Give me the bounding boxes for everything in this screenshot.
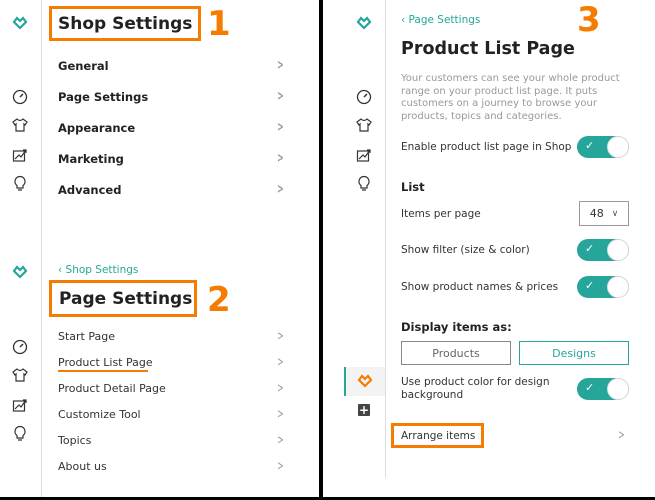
chevron-right-icon: > [277, 355, 284, 370]
chevron-right-icon: > [277, 329, 284, 344]
panel-separator [319, 0, 323, 500]
check-icon: ✓ [585, 279, 595, 292]
menu-item[interactable]: Appearance > [58, 120, 286, 135]
setting-enable-list-page: Enable product list page in Shop ✓ [401, 136, 629, 158]
show-filter-toggle[interactable]: ✓ [577, 239, 629, 261]
setting-product-color: Use product color for design background … [401, 376, 629, 401]
step-number: 1 [207, 4, 231, 44]
setting-show-names: Show product names & prices ✓ [401, 276, 629, 298]
menu-item[interactable]: Page Settings > [58, 89, 286, 104]
show-names-toggle[interactable]: ✓ [577, 276, 629, 298]
tshirt-icon[interactable] [12, 367, 28, 383]
heart-icon [357, 374, 373, 388]
sidebar-divider [41, 0, 42, 497]
chevron-left-icon: ‹ [401, 14, 409, 26]
menu-item[interactable]: Product Detail Page > [58, 381, 286, 396]
sidebar-divider [385, 0, 386, 478]
marketing-chart-icon[interactable] [356, 147, 372, 163]
dashboard-gauge-icon[interactable] [356, 89, 372, 105]
display-designs-button[interactable]: Designs [519, 341, 629, 365]
setting-items-per-page: Items per page 48 ∨ [401, 201, 629, 226]
page-title: Shop Settings [58, 14, 193, 34]
check-icon: ✓ [585, 139, 595, 152]
chevron-right-icon: > [618, 428, 625, 443]
menu-item[interactable]: Product List Page > [58, 355, 286, 370]
lightbulb-icon[interactable] [12, 425, 28, 441]
chevron-right-icon: > [277, 120, 284, 135]
arrange-items-row[interactable]: Arrange items > [401, 428, 627, 443]
step-number: 3 [577, 0, 601, 40]
marketing-chart-icon[interactable] [12, 147, 28, 163]
menu-item[interactable]: Topics > [58, 433, 286, 448]
menu-item[interactable]: About us > [58, 459, 286, 474]
lightbulb-icon[interactable] [12, 175, 28, 191]
display-products-button[interactable]: Products [401, 341, 511, 365]
menu-item[interactable]: Customize Tool > [58, 407, 286, 422]
back-link[interactable]: ‹ Shop Settings [58, 264, 138, 276]
chevron-right-icon: > [277, 58, 284, 73]
menu-item[interactable]: Advanced > [58, 182, 286, 197]
tshirt-icon[interactable] [356, 117, 372, 133]
chevron-right-icon: > [277, 459, 284, 474]
menu-item[interactable]: Start Page > [58, 329, 286, 344]
sidebar-active-tab[interactable] [344, 367, 385, 396]
product-color-toggle[interactable]: ✓ [577, 377, 629, 400]
dashboard-gauge-icon[interactable] [12, 339, 28, 355]
chevron-right-icon: > [277, 433, 284, 448]
check-icon: ✓ [585, 380, 595, 394]
section-heading: List [401, 180, 425, 194]
back-link[interactable]: ‹ Page Settings [401, 14, 480, 26]
items-per-page-select[interactable]: 48 ∨ [579, 201, 629, 226]
chevron-left-icon: ‹ [58, 264, 66, 276]
tshirt-icon[interactable] [12, 117, 28, 133]
logo-heart-icon[interactable] [12, 265, 28, 279]
chevron-right-icon: > [277, 381, 284, 396]
section-heading: Display items as: [401, 320, 512, 334]
chevron-right-icon: > [277, 151, 284, 166]
menu-item[interactable]: Marketing > [58, 151, 286, 166]
menu-item[interactable]: General > [58, 58, 286, 73]
logo-heart-icon[interactable] [12, 16, 28, 30]
setting-show-filter: Show filter (size & color) ✓ [401, 239, 629, 261]
description: Your customers can see your whole produc… [401, 73, 620, 122]
chevron-down-icon: ∨ [611, 208, 619, 219]
chevron-right-icon: > [277, 89, 284, 104]
chevron-right-icon: > [277, 182, 284, 197]
marketing-chart-icon[interactable] [12, 397, 28, 413]
lightbulb-icon[interactable] [356, 175, 372, 191]
enable-toggle[interactable]: ✓ [577, 136, 629, 158]
check-icon: ✓ [585, 242, 595, 255]
page-title: Product List Page [401, 39, 575, 59]
dashboard-gauge-icon[interactable] [12, 89, 28, 105]
page-title: Page Settings [59, 289, 193, 309]
step-number: 2 [207, 280, 231, 320]
chevron-right-icon: > [277, 407, 284, 422]
logo-heart-icon[interactable] [356, 16, 372, 30]
highlight-underline [58, 370, 148, 372]
add-icon[interactable]: + [358, 404, 370, 416]
